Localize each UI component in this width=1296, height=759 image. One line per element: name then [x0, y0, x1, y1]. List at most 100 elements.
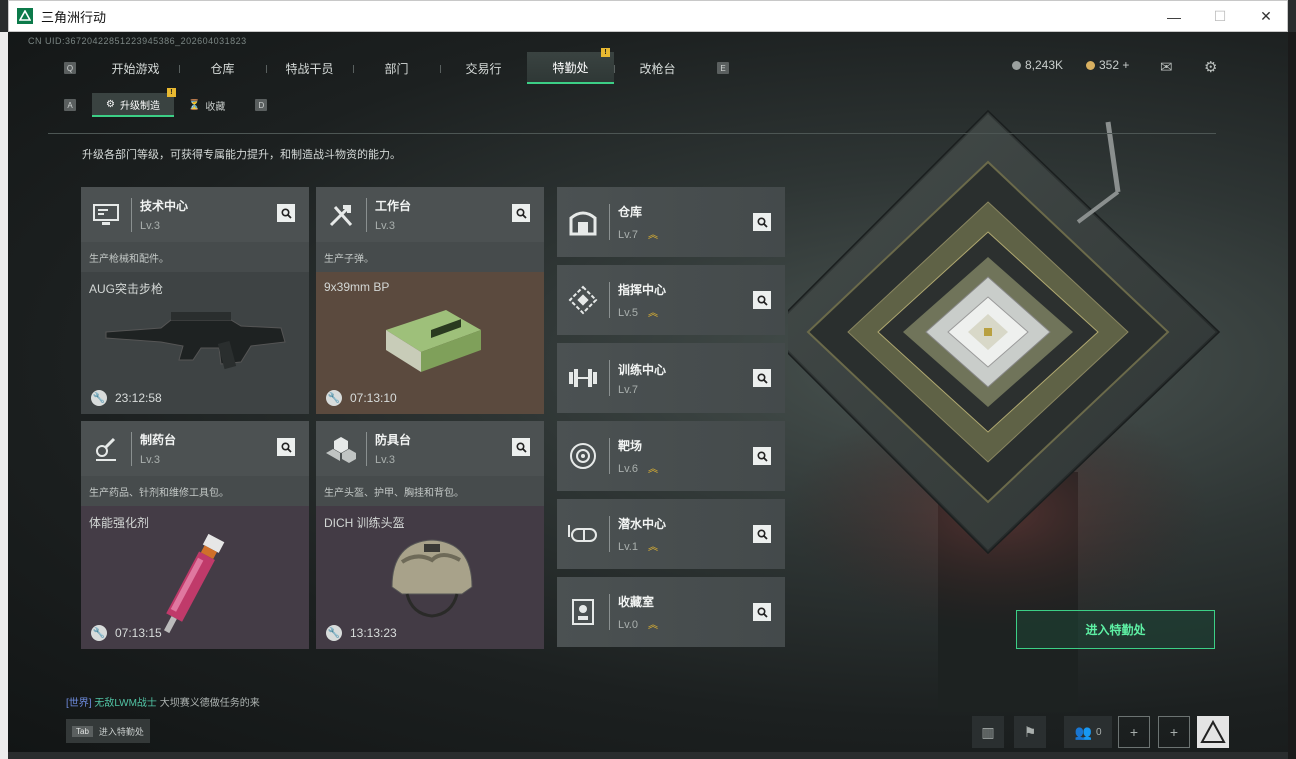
- tab-trading[interactable]: 交易行: [440, 52, 527, 84]
- gold-currency[interactable]: 352 +: [1086, 58, 1129, 72]
- crafting-item-name: 9x39mm BP: [324, 280, 390, 294]
- tab-shortcut-hint[interactable]: Tab 进入特勤处: [66, 719, 150, 743]
- workshop-description: 生产头盔、护甲、胸挂和背包。: [316, 476, 544, 506]
- card-header: 防具台 Lv.3: [316, 421, 544, 476]
- search-icon[interactable]: [753, 603, 771, 621]
- settings-gear-icon[interactable]: ⚙: [1204, 58, 1217, 76]
- craft-timer: 🔧 13:13:23: [326, 625, 397, 641]
- enter-special-ops-button[interactable]: 进入特勤处: [1016, 610, 1215, 649]
- warehouse-icon: [557, 187, 609, 257]
- upgrade-available-icon: ︽: [647, 620, 658, 631]
- facility-level: Lv.7: [618, 229, 638, 241]
- mail-icon[interactable]: ✉: [1160, 58, 1173, 76]
- subnav-prev-key[interactable]: A: [64, 99, 76, 111]
- window-titlebar: 三角洲行动 — ☐ ✕: [8, 0, 1288, 32]
- workshop-level: Lv.3: [375, 454, 395, 466]
- search-icon[interactable]: [753, 213, 771, 231]
- minimize-button[interactable]: —: [1151, 1, 1197, 32]
- tab-start-game[interactable]: 开始游戏: [92, 52, 179, 84]
- subtab-collection-label: 收藏: [205, 101, 226, 113]
- tab-warehouse[interactable]: 仓库: [179, 52, 266, 84]
- world-chat-line[interactable]: [世界] 无敌LWM战士 大坝赛义德做任务的来: [66, 694, 260, 709]
- facility-training-center[interactable]: 训练中心 Lv.7: [557, 343, 785, 413]
- chat-user[interactable]: 无敌LWM战士: [94, 698, 157, 709]
- tab-departments[interactable]: 部门: [353, 52, 440, 84]
- chat-message: 大坝赛义德做任务的来: [159, 698, 260, 709]
- stats-chart-icon[interactable]: ▥: [972, 716, 1004, 748]
- subtab-collection[interactable]: ⏳ 收藏: [174, 93, 239, 117]
- crafting-item-name: 体能强化剂: [89, 516, 150, 530]
- facility-collection-room[interactable]: 收藏室 Lv.0 ︽: [557, 577, 785, 647]
- facility-level-row: Lv.5 ︽: [618, 304, 666, 319]
- workshop-card-workbench[interactable]: 工作台 Lv.3 生产子弹。 9x39mm BP 🔧 07:13:10: [316, 187, 544, 414]
- craft-slot[interactable]: 体能强化剂 🔧 07:13:15: [81, 506, 309, 649]
- collection-icon: ⏳: [187, 99, 201, 111]
- header-divider: [48, 133, 1216, 134]
- wrench-icon: 🔧: [326, 390, 342, 406]
- workshop-card-armor-bench[interactable]: 防具台 Lv.3 生产头盔、护甲、胸挂和背包。 DICH 训练头盔 🔧 13:1…: [316, 421, 544, 649]
- facility-name: 仓库: [618, 205, 643, 219]
- workshop-description: 生产药品、针剂和维修工具包。: [81, 476, 309, 506]
- close-button[interactable]: ✕: [1243, 1, 1289, 32]
- maximize-button[interactable]: ☐: [1197, 1, 1243, 32]
- silver-coin-icon: [1012, 60, 1021, 70]
- special-ops-cube-artwork: [765, 92, 1228, 712]
- facility-command-center[interactable]: 指挥中心 Lv.5 ︽: [557, 265, 785, 335]
- wrench-icon: 🔧: [91, 390, 107, 406]
- timer-value: 07:13:15: [115, 626, 162, 640]
- armor-bench-icon: [316, 421, 366, 476]
- subtab-upgrade-label: 升级制造: [119, 100, 160, 112]
- craft-slot[interactable]: AUG突击步枪 🔧 23:12:58: [81, 272, 309, 414]
- upgrade-available-icon: ︽: [647, 308, 658, 319]
- card-divider: [609, 360, 610, 396]
- subnav-next-key[interactable]: D: [255, 99, 268, 111]
- upgrade-available-icon: ︽: [647, 542, 658, 553]
- facility-level: Lv.7: [618, 383, 638, 396]
- facility-level-row: Lv.0 ︽: [618, 616, 658, 631]
- main-nav: Q 开始游戏 仓库 特战干员 部门 交易行 特勤处 ! 改枪台 E: [64, 48, 729, 84]
- nav-next-key[interactable]: E: [717, 62, 729, 74]
- facility-shooting-range[interactable]: 靶场 Lv.6 ︽: [557, 421, 785, 491]
- craft-slot[interactable]: 9x39mm BP 🔧 07:13:10: [316, 272, 544, 414]
- card-divider: [366, 197, 367, 232]
- nav-prev-key[interactable]: Q: [64, 62, 76, 74]
- silver-currency[interactable]: 8,243K: [1012, 58, 1063, 72]
- search-icon[interactable]: [512, 204, 530, 222]
- friends-button[interactable]: 👥 0: [1064, 716, 1112, 748]
- card-header: 工作台 Lv.3: [316, 187, 544, 242]
- tab-special-ops[interactable]: 特勤处 !: [527, 48, 614, 84]
- subtab-upgrade-craft[interactable]: ⚙ 升级制造 !: [92, 88, 176, 117]
- tab-gunsmith[interactable]: 改枪台: [614, 52, 701, 84]
- facility-level: Lv.6: [618, 463, 638, 475]
- facility-level: Lv.0: [618, 619, 638, 631]
- search-icon[interactable]: [753, 525, 771, 543]
- chat-channel: [世界]: [66, 698, 92, 709]
- desktop-edge-left: [0, 32, 8, 759]
- workshop-card-tech-center[interactable]: 技术中心 Lv.3 生产枪械和配件。 AUG突击步枪 🔧 23:12:58: [81, 187, 309, 414]
- training-center-icon: [557, 343, 609, 413]
- wrench-icon: 🔧: [91, 625, 107, 641]
- facility-diving-center[interactable]: 潜水中心 Lv.1 ︽: [557, 499, 785, 569]
- workshop-card-pharmacy[interactable]: 制药台 Lv.3 生产药品、针剂和维修工具包。 体能强化剂 🔧 07:13:15: [81, 421, 309, 649]
- flag-icon[interactable]: ⚑: [1014, 716, 1046, 748]
- timer-value: 23:12:58: [115, 391, 162, 405]
- facility-warehouse[interactable]: 仓库 Lv.7 ︽: [557, 187, 785, 257]
- desktop-edge-right: [1288, 32, 1296, 759]
- add-party-slot-button[interactable]: +: [1118, 716, 1150, 748]
- diving-center-icon: [557, 499, 609, 569]
- player-avatar[interactable]: [1197, 716, 1229, 748]
- search-icon[interactable]: [277, 204, 295, 222]
- tab-alert-badge: !: [601, 48, 610, 57]
- search-icon[interactable]: [753, 369, 771, 387]
- add-party-slot-button[interactable]: +: [1158, 716, 1190, 748]
- workshop-description: 生产枪械和配件。: [81, 242, 309, 272]
- facility-name: 指挥中心: [618, 283, 667, 297]
- search-icon[interactable]: [512, 438, 530, 456]
- card-divider: [131, 431, 132, 466]
- craft-slot[interactable]: DICH 训练头盔 🔧 13:13:23: [316, 506, 544, 649]
- silver-amount: 8,243K: [1025, 58, 1064, 72]
- tab-operators[interactable]: 特战干员: [266, 52, 353, 84]
- search-icon[interactable]: [753, 447, 771, 465]
- search-icon[interactable]: [753, 291, 771, 309]
- search-icon[interactable]: [277, 438, 295, 456]
